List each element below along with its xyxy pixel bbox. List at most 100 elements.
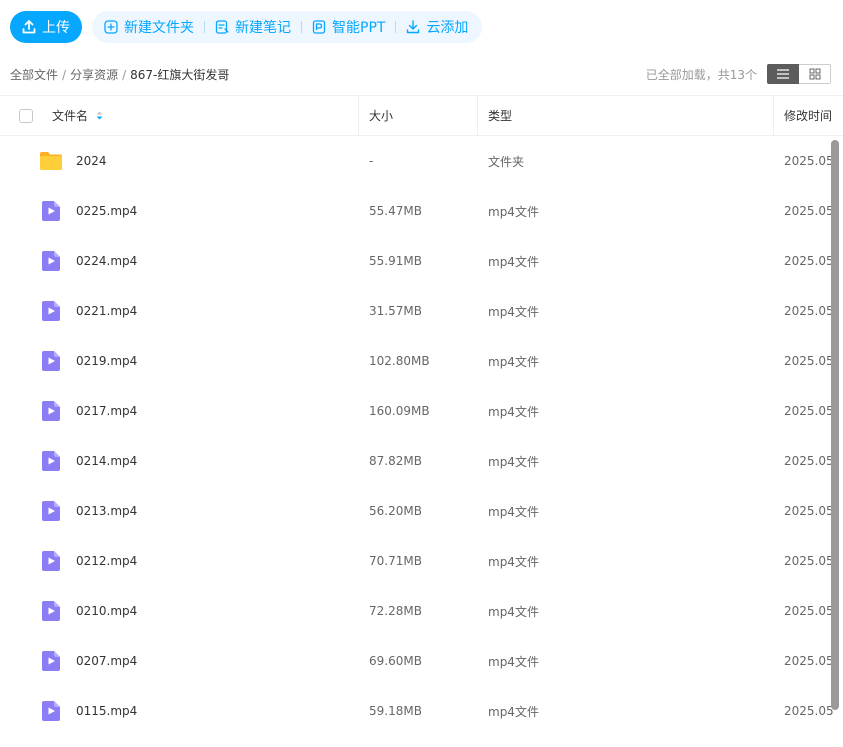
cloud-add-button[interactable]: 云添加 [402,17,472,37]
file-modified: 2025.05 [784,254,834,268]
file-name[interactable]: 0225.mp4 [76,186,137,236]
file-type: mp4文件 [488,654,539,669]
column-divider[interactable] [477,96,478,135]
file-list: 2024 - 文件夹 2025.05 0225.mp4 55.47MB mp4文件 2025.… [0,136,843,736]
column-header-name[interactable]: 文件名 [52,96,103,135]
file-type: mp4文件 [488,504,539,519]
file-modified: 2025.05 [784,354,834,368]
file-modified: 2025.05 [784,554,834,568]
video-file-icon [38,286,64,336]
file-size: 56.20MB [369,504,422,518]
file-size: 31.57MB [369,304,422,318]
video-file-icon [38,436,64,486]
file-modified: 2025.05 [784,654,834,668]
table-row[interactable]: 0224.mp4 55.91MB mp4文件 2025.05 [0,236,843,286]
table-row[interactable]: 0210.mp4 72.28MB mp4文件 2025.05 [0,586,843,636]
video-file-icon [38,586,64,636]
file-name[interactable]: 0217.mp4 [76,386,137,436]
table-row[interactable]: 0213.mp4 56.20MB mp4文件 2025.05 [0,486,843,536]
column-type-label: 类型 [488,109,513,123]
file-type: mp4文件 [488,354,539,369]
view-toggle [767,64,831,84]
table-row[interactable]: 0221.mp4 31.57MB mp4文件 2025.05 [0,286,843,336]
file-modified: 2025.05 [784,304,834,318]
file-size: 70.71MB [369,554,422,568]
video-file-icon [38,236,64,286]
smart-ppt-label: 智能PPT [332,20,386,36]
file-modified: 2025.05 [784,604,834,618]
table-row[interactable]: 0207.mp4 69.60MB mp4文件 2025.05 [0,636,843,686]
grid-icon [809,68,820,80]
file-name[interactable]: 0115.mp4 [76,686,137,736]
column-name-label: 文件名 [52,109,89,123]
breadcrumb-item-shared[interactable]: 分享资源 [70,66,118,83]
file-name[interactable]: 0214.mp4 [76,436,137,486]
file-modified: 2025.05 [784,154,834,168]
add-folder-icon [104,20,118,34]
column-header-size[interactable]: 大小 [369,96,393,135]
sort-icon[interactable] [96,111,103,120]
file-modified: 2025.05 [784,504,834,518]
toolbar-divider [204,21,205,33]
video-file-icon [38,486,64,536]
upload-icon [22,20,36,34]
breadcrumb-separator: / [122,67,127,82]
select-all-checkbox[interactable] [19,109,33,123]
file-type: mp4文件 [488,604,539,619]
table-row[interactable]: 0219.mp4 102.80MB mp4文件 2025.05 [0,336,843,386]
file-type: 文件夹 [488,154,525,169]
file-type: mp4文件 [488,704,539,719]
file-type: mp4文件 [488,304,539,319]
new-note-button[interactable]: 新建笔记 [211,17,295,37]
smart-ppt-button[interactable]: 智能PPT [308,17,389,37]
file-size: 102.80MB [369,354,430,368]
file-name[interactable]: 0212.mp4 [76,536,137,586]
file-size: 55.91MB [369,254,422,268]
load-status-text: 已全部加载，共13个 [645,68,757,82]
column-size-label: 大小 [369,109,394,123]
breadcrumb-item-all-files[interactable]: 全部文件 [10,66,58,83]
file-name[interactable]: 0224.mp4 [76,236,137,286]
breadcrumb-item-current: 867-红旗大街发哥 [130,68,230,82]
table-row[interactable]: 0214.mp4 87.82MB mp4文件 2025.05 [0,436,843,486]
table-row[interactable]: 0225.mp4 55.47MB mp4文件 2025.05 [0,186,843,236]
file-type: mp4文件 [488,404,539,419]
breadcrumb-separator: / [62,67,67,82]
file-size: 69.60MB [369,654,422,668]
file-type: mp4文件 [488,454,539,469]
file-size: 87.82MB [369,454,422,468]
file-modified: 2025.05 [784,704,834,718]
column-divider[interactable] [358,96,359,135]
file-name[interactable]: 0210.mp4 [76,586,137,636]
table-row[interactable]: 2024 - 文件夹 2025.05 [0,136,843,186]
breadcrumb: 全部文件 / 分享资源 / 867-红旗大街发哥 [10,66,229,83]
file-name[interactable]: 0207.mp4 [76,636,137,686]
file-size: 59.18MB [369,704,422,718]
upload-button[interactable]: 上传 [10,11,82,43]
table-row[interactable]: 0115.mp4 59.18MB mp4文件 2025.05 [0,686,843,736]
upload-label: 上传 [42,20,70,36]
column-header-type[interactable]: 类型 [488,96,512,135]
file-type: mp4文件 [488,254,539,269]
table-row[interactable]: 0212.mp4 70.71MB mp4文件 2025.05 [0,536,843,586]
column-header-modified[interactable]: 修改时间 [784,96,832,135]
table-row[interactable]: 0217.mp4 160.09MB mp4文件 2025.05 [0,386,843,436]
folder-icon [38,136,64,186]
list-view-button[interactable] [767,64,799,84]
ppt-icon [312,20,326,34]
file-size: 72.28MB [369,604,422,618]
note-icon [215,20,229,34]
scrollbar[interactable] [831,140,839,710]
cloud-add-label: 云添加 [426,20,469,36]
file-name[interactable]: 0219.mp4 [76,336,137,386]
new-folder-button[interactable]: 新建文件夹 [100,17,198,37]
file-name[interactable]: 0213.mp4 [76,486,137,536]
grid-view-button[interactable] [799,64,831,84]
table-header: 文件名 大小 类型 修改时间 [0,95,843,136]
column-divider[interactable] [773,96,774,135]
file-name[interactable]: 0221.mp4 [76,286,137,336]
file-size: 160.09MB [369,404,430,418]
file-name[interactable]: 2024 [76,136,107,186]
video-file-icon [38,686,64,736]
download-icon [407,20,420,34]
